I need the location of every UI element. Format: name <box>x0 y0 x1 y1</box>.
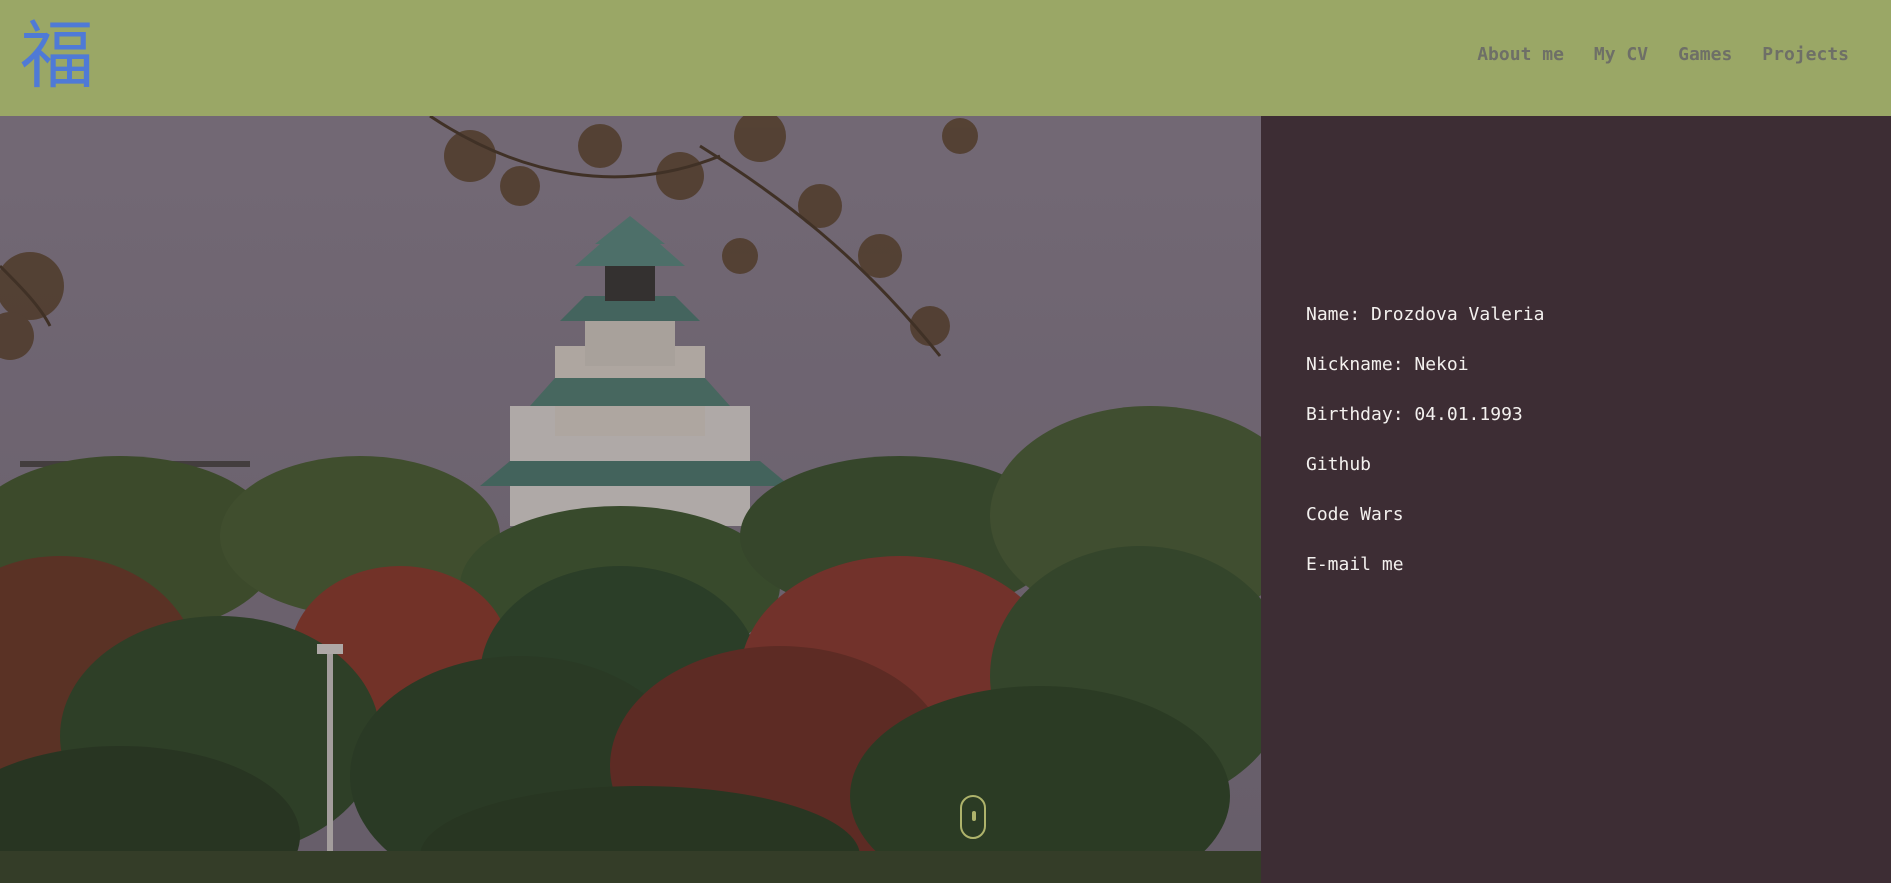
nav-games[interactable]: Games <box>1678 44 1732 65</box>
profile-nickname: Nickname: Nekoi <box>1306 354 1469 375</box>
nav-my-cv[interactable]: My CV <box>1594 44 1648 65</box>
hero-dim-overlay <box>0 116 1261 883</box>
main-nav: About me My CV Games Projects <box>1477 44 1849 65</box>
hero-castle-photo <box>0 116 1261 883</box>
profile-name: Name: Drozdova Valeria <box>1306 304 1545 325</box>
scroll-wheel-icon <box>972 811 976 821</box>
logo-kanji[interactable]: 福 <box>20 8 94 104</box>
nav-about-me[interactable]: About me <box>1477 44 1564 65</box>
profile-info-list: Name: Drozdova Valeria Nickname: Nekoi B… <box>1306 304 1544 604</box>
codewars-link[interactable]: Code Wars <box>1306 504 1544 554</box>
scroll-down-indicator[interactable] <box>960 795 986 839</box>
email-link[interactable]: E-mail me <box>1306 554 1544 604</box>
nav-projects[interactable]: Projects <box>1762 44 1849 65</box>
profile-birthday: Birthday: 04.01.1993 <box>1306 404 1523 425</box>
site-header: 福 About me My CV Games Projects <box>0 0 1891 116</box>
github-link[interactable]: Github <box>1306 454 1544 504</box>
profile-panel: Name: Drozdova Valeria Nickname: Nekoi B… <box>1261 116 1891 883</box>
